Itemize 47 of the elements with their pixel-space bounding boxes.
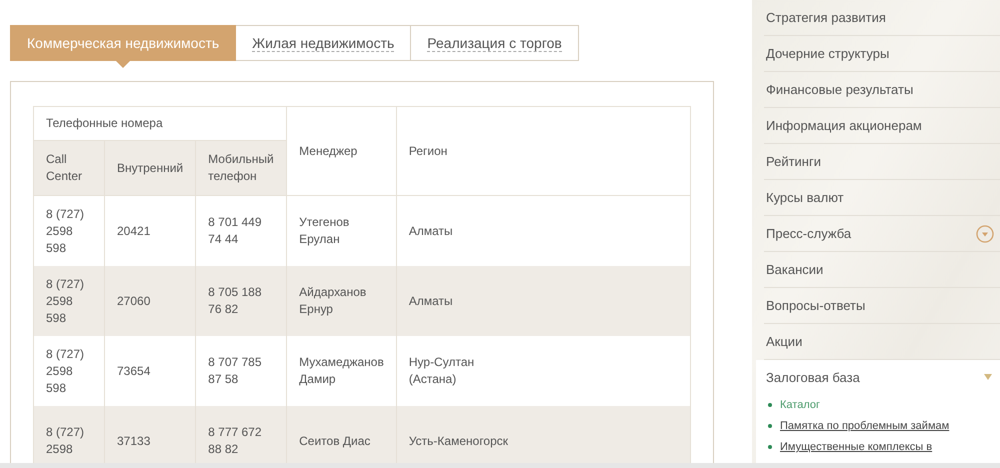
manager-cell: Мухамеджанов Дамир <box>286 336 396 406</box>
sidebar-item[interactable]: Информация акционерам <box>764 108 1000 144</box>
call-center-cell: 8 (727) 2598 598 <box>34 336 104 406</box>
region-cell: Усть-Каменогорск <box>396 406 690 463</box>
column-header: Телефонные номера <box>34 106 287 140</box>
manager-cell: Сеитов Диас <box>286 406 396 463</box>
region-cell: Алматы <box>396 266 690 336</box>
sidebar-item[interactable]: Дочерние структуры <box>764 36 1000 72</box>
call-center-cell: 8 (727) 2598 598 <box>34 266 104 336</box>
bullet-icon <box>768 424 772 428</box>
region-cell: Алматы <box>396 196 690 266</box>
region-cell: Нур-Султан (Астана) <box>396 336 690 406</box>
tab[interactable]: Реализация с торгов <box>411 25 579 61</box>
submenu-link[interactable]: Каталог <box>780 399 820 411</box>
manager-cell: Утегенов Ерулан <box>286 196 396 266</box>
sidebar-item[interactable]: Вопросы-ответы <box>764 288 1000 324</box>
caret-icon[interactable] <box>984 374 992 380</box>
sidebar-item[interactable]: Курсы валют <box>764 180 1000 216</box>
column-header: Регион <box>396 106 690 196</box>
column-header: Менеджер <box>286 106 396 196</box>
sidebar-item[interactable]: Рейтинги <box>764 144 1000 180</box>
submenu-link[interactable]: Имущественные комплексы в <box>780 441 932 453</box>
manager-cell: Айдарханов Ернур <box>286 266 396 336</box>
column-header: Внутренний <box>104 140 196 196</box>
internal-number-cell: 37133 <box>104 406 196 463</box>
sidebar-item[interactable]: Вакансии <box>764 252 1000 288</box>
sidebar-item[interactable]: Залоговая база <box>756 360 1000 394</box>
mobile-phone-cell: 8 701 449 74 44 <box>196 196 287 266</box>
mobile-phone-cell: 8 707 785 87 58 <box>196 336 287 406</box>
bullet-icon <box>768 403 772 407</box>
expand-icon[interactable] <box>976 224 994 242</box>
mobile-phone-cell: 8 705 188 76 82 <box>196 266 287 336</box>
sidebar-item[interactable]: Пресс-служба <box>764 216 1000 252</box>
column-header: Мобильный телефон <box>196 140 287 196</box>
internal-number-cell: 73654 <box>104 336 196 406</box>
sidebar-item[interactable]: Стратегия развития <box>764 0 1000 36</box>
tab[interactable]: Жилая недвижимость <box>236 25 412 61</box>
call-center-cell: 8 (727) 2598 <box>34 406 104 463</box>
bullet-icon <box>768 445 772 449</box>
call-center-cell: 8 (727) 2598 598 <box>34 196 104 266</box>
internal-number-cell: 20421 <box>104 196 196 266</box>
pointer-icon <box>115 60 132 68</box>
column-header: Call Center <box>34 140 104 196</box>
internal-number-cell: 27060 <box>104 266 196 336</box>
mobile-phone-cell: 8 777 672 88 82 <box>196 406 287 463</box>
submenu-link[interactable]: Памятка по проблемным займам <box>780 420 950 432</box>
sidebar-item[interactable]: Финансовые результаты <box>764 72 1000 108</box>
